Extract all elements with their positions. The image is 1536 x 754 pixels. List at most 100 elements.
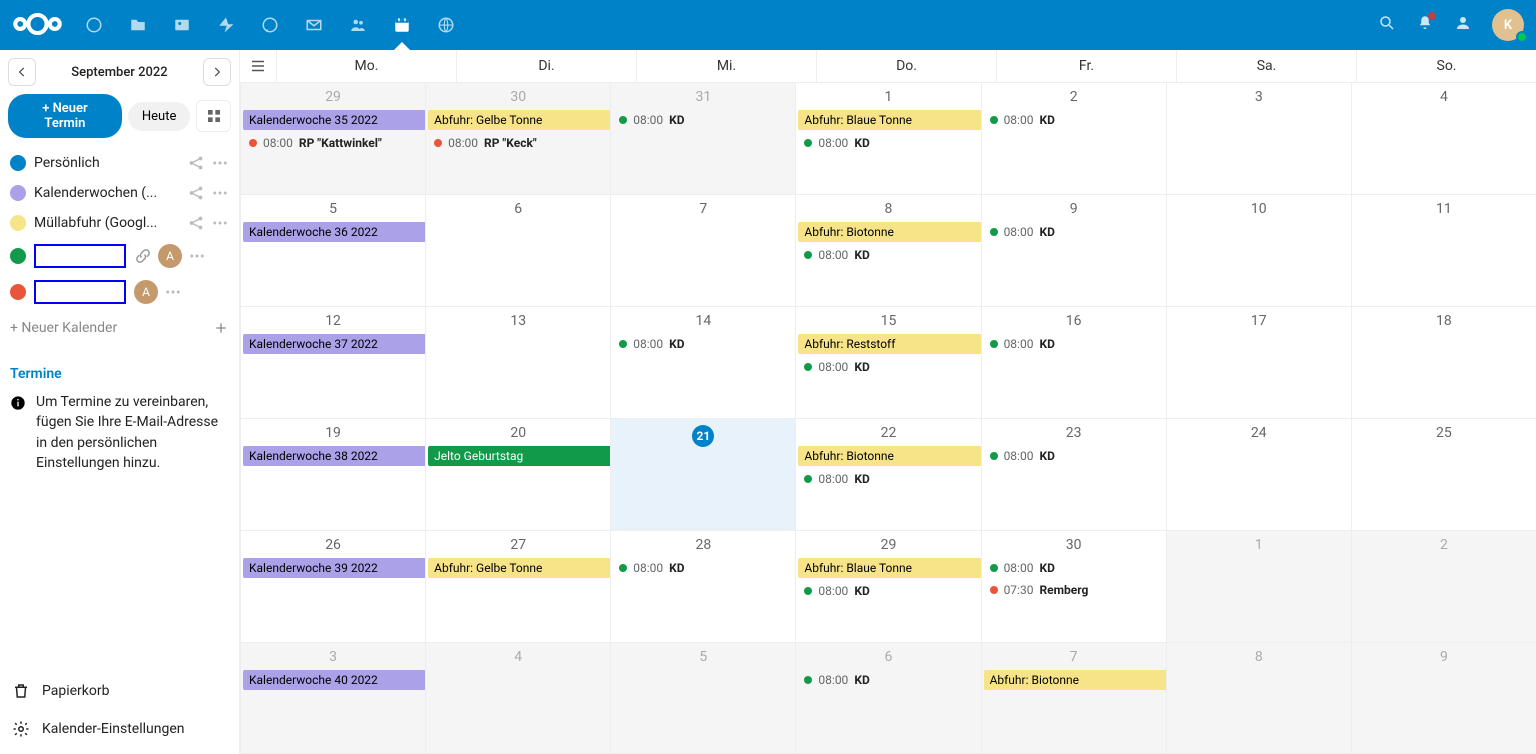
view-switch-button[interactable]: [196, 100, 231, 132]
day-cell[interactable]: 26Kalenderwoche 39 2022: [240, 531, 425, 642]
event-allday[interactable]: Abfuhr: Biotonne: [984, 670, 1166, 690]
contacts-icon[interactable]: [336, 0, 380, 50]
calendar-item[interactable]: Persönlich: [6, 148, 233, 178]
event-timed[interactable]: 08:00KD: [798, 581, 978, 601]
event-allday[interactable]: Abfuhr: Blaue Tonne: [798, 558, 980, 578]
event-timed[interactable]: 08:00RP "Kattwinkel": [243, 133, 423, 153]
event-allday[interactable]: Abfuhr: Blaue Tonne: [798, 110, 980, 130]
search-icon[interactable]: [1378, 14, 1396, 36]
event-timed[interactable]: 08:00KD: [798, 245, 978, 265]
day-cell[interactable]: 24: [1166, 419, 1351, 530]
event-allday[interactable]: Kalenderwoche 38 2022: [243, 446, 425, 466]
day-cell[interactable]: 20Jelto Geburtstag: [425, 419, 610, 530]
more-icon[interactable]: [211, 184, 229, 202]
day-cell[interactable]: 11: [1351, 195, 1536, 306]
activity-icon[interactable]: [204, 0, 248, 50]
day-cell[interactable]: 21: [610, 419, 795, 530]
day-cell[interactable]: 10: [1166, 195, 1351, 306]
event-allday[interactable]: Kalenderwoche 39 2022: [243, 558, 425, 578]
calendar-item[interactable]: Kalenderwochen (...: [6, 178, 233, 208]
event-timed[interactable]: 08:00KD: [798, 670, 978, 690]
event-allday[interactable]: Jelto Geburtstag: [428, 446, 610, 466]
event-allday[interactable]: Abfuhr: Biotonne: [798, 446, 980, 466]
day-cell[interactable]: 1408:00KD: [610, 307, 795, 418]
prev-month-button[interactable]: [8, 58, 36, 86]
day-cell[interactable]: 22Abfuhr: Biotonne08:00KD: [795, 419, 980, 530]
day-cell[interactable]: 8Abfuhr: Biotonne08:00KD: [795, 195, 980, 306]
event-allday[interactable]: Kalenderwoche 35 2022: [243, 110, 425, 130]
day-cell[interactable]: 208:00KD: [981, 83, 1166, 194]
day-cell[interactable]: 1Abfuhr: Blaue Tonne08:00KD: [795, 83, 980, 194]
mail-icon[interactable]: [292, 0, 336, 50]
day-cell[interactable]: 3: [1166, 83, 1351, 194]
event-allday[interactable]: Kalenderwoche 36 2022: [243, 222, 425, 242]
new-calendar-button[interactable]: + Neuer Kalender: [6, 310, 233, 346]
notifications-icon[interactable]: [1416, 14, 1434, 36]
day-cell[interactable]: 12Kalenderwoche 37 2022: [240, 307, 425, 418]
day-cell[interactable]: 29Kalenderwoche 35 202208:00RP "Kattwink…: [240, 83, 425, 194]
day-cell[interactable]: 2308:00KD: [981, 419, 1166, 530]
talk-icon[interactable]: [248, 0, 292, 50]
more-icon[interactable]: [188, 247, 206, 265]
link-icon[interactable]: [134, 247, 152, 265]
day-cell[interactable]: 27Abfuhr: Gelbe Tonne: [425, 531, 610, 642]
event-allday[interactable]: Abfuhr: Reststoff: [798, 334, 980, 354]
event-timed[interactable]: 08:00KD: [613, 334, 793, 354]
calendar-item[interactable]: A: [6, 238, 233, 274]
dashboard-icon[interactable]: [72, 0, 116, 50]
event-allday[interactable]: Abfuhr: Gelbe Tonne: [428, 110, 610, 130]
day-cell[interactable]: 2808:00KD: [610, 531, 795, 642]
day-cell[interactable]: 25: [1351, 419, 1536, 530]
more-icon[interactable]: [211, 154, 229, 172]
photos-icon[interactable]: [160, 0, 204, 50]
event-timed[interactable]: 08:00KD: [798, 133, 978, 153]
new-event-button[interactable]: + Neuer Termin: [8, 94, 122, 138]
day-cell[interactable]: 15Abfuhr: Reststoff08:00KD: [795, 307, 980, 418]
day-cell[interactable]: 17: [1166, 307, 1351, 418]
files-icon[interactable]: [116, 0, 160, 50]
day-cell[interactable]: 7: [610, 195, 795, 306]
shared-avatar[interactable]: A: [158, 244, 182, 268]
calendar-item[interactable]: A: [6, 274, 233, 310]
day-cell[interactable]: 5: [610, 643, 795, 753]
day-cell[interactable]: 1: [1166, 531, 1351, 642]
event-timed[interactable]: 08:00KD: [984, 334, 1164, 354]
settings-button[interactable]: Kalender-Einstellungen: [6, 710, 233, 748]
event-timed[interactable]: 08:00KD: [798, 357, 978, 377]
calendar-icon[interactable]: [380, 0, 424, 50]
event-timed[interactable]: 08:00KD: [613, 558, 793, 578]
day-cell[interactable]: 8: [1166, 643, 1351, 753]
day-cell[interactable]: 9: [1351, 643, 1536, 753]
user-avatar[interactable]: K: [1492, 9, 1524, 41]
day-cell[interactable]: 908:00KD: [981, 195, 1166, 306]
event-timed[interactable]: 08:00KD: [798, 469, 978, 489]
event-timed[interactable]: 08:00KD: [984, 222, 1164, 242]
day-cell[interactable]: 608:00KD: [795, 643, 980, 753]
day-cell[interactable]: 3008:00KD07:30Remberg: [981, 531, 1166, 642]
shared-avatar[interactable]: A: [134, 280, 158, 304]
day-cell[interactable]: 5Kalenderwoche 36 2022: [240, 195, 425, 306]
day-cell[interactable]: 3Kalenderwoche 40 2022: [240, 643, 425, 753]
event-allday[interactable]: Kalenderwoche 40 2022: [243, 670, 425, 690]
day-cell[interactable]: 19Kalenderwoche 38 2022: [240, 419, 425, 530]
share-icon[interactable]: [187, 214, 205, 232]
day-cell[interactable]: 4: [1351, 83, 1536, 194]
calendar-item[interactable]: Müllabfuhr (Googl...: [6, 208, 233, 238]
event-timed[interactable]: 08:00KD: [984, 446, 1164, 466]
day-cell[interactable]: 13: [425, 307, 610, 418]
trash-button[interactable]: Papierkorb: [6, 672, 233, 710]
more-icon[interactable]: [164, 283, 182, 301]
day-cell[interactable]: 18: [1351, 307, 1536, 418]
event-timed[interactable]: 08:00KD: [613, 110, 793, 130]
day-cell[interactable]: 7Abfuhr: Biotonne: [981, 643, 1166, 753]
next-month-button[interactable]: [203, 58, 231, 86]
day-cell[interactable]: 30Abfuhr: Gelbe Tonne08:00RP "Keck": [425, 83, 610, 194]
event-allday[interactable]: Abfuhr: Gelbe Tonne: [428, 558, 610, 578]
day-cell[interactable]: 4: [425, 643, 610, 753]
day-cell[interactable]: 6: [425, 195, 610, 306]
share-icon[interactable]: [187, 154, 205, 172]
hamburger-icon[interactable]: [240, 50, 276, 82]
day-cell[interactable]: 1608:00KD: [981, 307, 1166, 418]
more-apps-icon[interactable]: [424, 0, 468, 50]
day-cell[interactable]: 29Abfuhr: Blaue Tonne08:00KD: [795, 531, 980, 642]
